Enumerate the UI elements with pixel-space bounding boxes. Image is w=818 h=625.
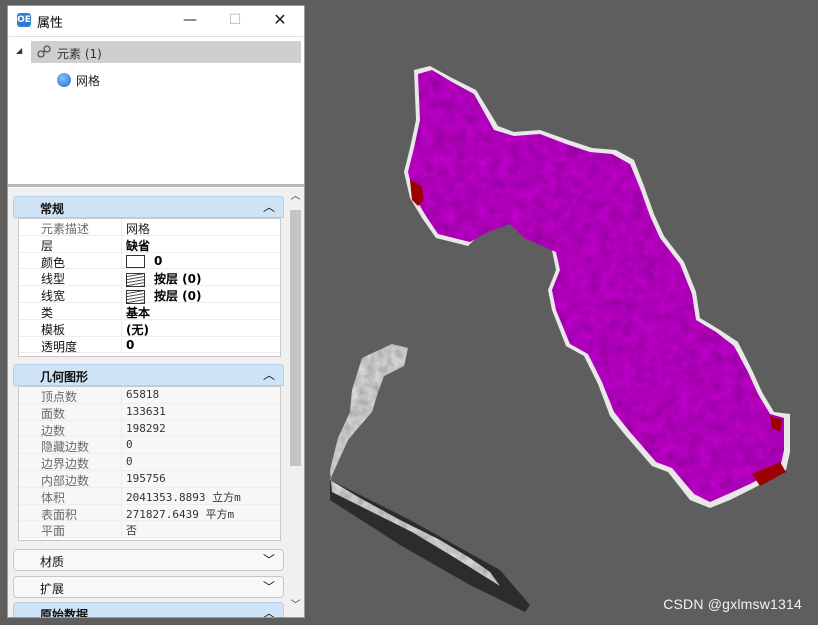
chevron-up-icon[interactable]: ︿ xyxy=(263,366,275,383)
mesh-globe-icon xyxy=(57,73,71,87)
magenta-terrain-mesh xyxy=(408,70,784,502)
linestyle-icon xyxy=(126,272,145,287)
chevron-up-icon[interactable]: ︿ xyxy=(263,198,275,215)
table-row[interactable]: 类 基本 xyxy=(19,302,280,320)
prop-value: (无) xyxy=(126,322,149,337)
section-general-title: 常规 xyxy=(40,202,65,216)
section-raw-header[interactable]: 原始数据 ︿ xyxy=(13,602,284,617)
table-row[interactable]: 顶点数 65818 xyxy=(19,387,280,404)
prop-value: 65818 xyxy=(126,388,160,401)
prop-key: 内部边数 xyxy=(41,473,90,488)
table-row[interactable]: 边界边数 0 xyxy=(19,454,280,471)
chevron-down-icon[interactable]: ﹀ xyxy=(263,551,275,568)
geometry-properties-table: 顶点数 65818 面数 133631 边数 198292 隐藏边数 0 边界边数 0 内… xyxy=(18,386,281,541)
table-row[interactable]: 边数 198292 xyxy=(19,420,280,438)
prop-key: 类 xyxy=(41,305,54,320)
prop-key: 体积 xyxy=(41,490,66,505)
elements-icon xyxy=(37,45,51,58)
prop-key: 线型 xyxy=(41,272,66,287)
prop-key: 顶点数 xyxy=(41,390,78,404)
table-row[interactable]: 元素描述 网格 xyxy=(19,219,280,236)
section-general-header[interactable]: 常规 ︿ xyxy=(13,196,284,218)
property-grid: 常规 ︿ 元素描述 网格 层缺省 颜色 0 线型 按层 (0) 线宽 按层 (0) 类基… xyxy=(8,188,304,617)
prop-value: 0 xyxy=(126,438,133,452)
prop-value: 0 xyxy=(126,455,133,469)
table-row[interactable]: 面数 133631 xyxy=(19,403,280,421)
color-index: 0 xyxy=(154,253,163,268)
scroll-up-icon[interactable]: ︿ xyxy=(287,190,304,204)
element-tree: ◢ 元素 (1) 网格 xyxy=(9,36,303,183)
lineweight-text: 按层 (0) xyxy=(154,289,202,304)
prop-value-color: 0 xyxy=(126,254,162,268)
prop-value: 133631 xyxy=(126,404,166,418)
prop-key: 颜色 xyxy=(41,255,66,270)
scroll-down-icon[interactable]: ﹀ xyxy=(287,599,304,613)
section-raw-title: 原始数据 xyxy=(40,608,89,617)
prop-value: 195756 xyxy=(126,471,166,485)
prop-value: 2041353.8893 立方m xyxy=(126,490,241,504)
table-row[interactable]: 内部边数 195756 xyxy=(19,470,280,488)
prop-key: 平面 xyxy=(41,524,66,539)
section-geometry-title: 几何图形 xyxy=(40,370,89,384)
table-row[interactable]: 线宽 按层 (0) xyxy=(19,286,280,304)
chevron-up-icon[interactable]: ︿ xyxy=(263,604,275,617)
prop-key: 元素描述 xyxy=(41,222,90,236)
panel-title: 属性 xyxy=(37,16,64,31)
lineweight-icon xyxy=(126,289,145,304)
minimize-button[interactable]: — xyxy=(168,6,212,34)
tree-root-label: 元素 (1) xyxy=(57,47,102,61)
table-row[interactable]: 颜色 0 xyxy=(19,252,280,270)
prop-value-linestyle: 按层 (0) xyxy=(126,270,202,287)
general-properties-table: 元素描述 网格 层缺省 颜色 0 线型 按层 (0) 线宽 按层 (0) 类基本 模板(… xyxy=(18,218,281,357)
properties-panel: OE 属性 — ☐ ✕ ◢ 元素 (1) 网格 常规 ︿ 元素描述 网格 层缺省 … xyxy=(7,5,305,618)
color-swatch[interactable] xyxy=(126,254,145,268)
prop-key: 边数 xyxy=(41,423,66,438)
maximize-button[interactable]: ☐ xyxy=(213,6,257,34)
prop-key: 边界边数 xyxy=(41,457,90,472)
prop-key: 层 xyxy=(41,238,54,253)
prop-value-lineweight: 按层 (0) xyxy=(126,287,202,304)
section-material-header[interactable]: 材质 ﹀ xyxy=(13,549,284,571)
prop-key: 面数 xyxy=(41,406,66,421)
tree-root-elements[interactable]: 元素 (1) xyxy=(31,41,301,63)
section-extension-header[interactable]: 扩展 ﹀ xyxy=(13,576,284,598)
chevron-down-icon[interactable]: ﹀ xyxy=(263,578,275,595)
table-row[interactable]: 层 缺省 xyxy=(19,235,280,253)
prop-key: 隐藏边数 xyxy=(41,440,90,455)
prop-key: 线宽 xyxy=(41,289,66,304)
prop-value: 网格 xyxy=(126,222,151,236)
section-material-title: 材质 xyxy=(40,555,65,569)
prop-value: 缺省 xyxy=(126,238,151,253)
table-row[interactable]: 隐藏边数 0 xyxy=(19,437,280,454)
prop-key: 透明度 xyxy=(41,339,78,354)
prop-key: 表面积 xyxy=(41,507,78,522)
watermark-text: CSDN @gxlmsw1314 xyxy=(663,596,802,612)
section-geometry-header[interactable]: 几何图形 ︿ xyxy=(13,364,284,386)
table-row[interactable]: 模板 (无) xyxy=(19,319,280,337)
properties-app-icon: OE xyxy=(17,13,31,27)
prop-value: 基本 xyxy=(126,305,151,320)
table-row[interactable]: 透明度 0 xyxy=(19,336,280,354)
panel-titlebar[interactable]: OE 属性 — ☐ ✕ xyxy=(8,6,304,34)
prop-value: 271827.6439 平方m xyxy=(126,507,235,521)
prop-key: 模板 xyxy=(41,322,66,337)
property-scrollbar[interactable]: ︿ ﹀ xyxy=(287,188,304,617)
prop-value: 0 xyxy=(126,337,135,352)
table-row[interactable]: 表面积 271827.6439 平方m xyxy=(19,504,280,522)
scroll-thumb[interactable] xyxy=(290,210,301,466)
table-row[interactable]: 线型 按层 (0) xyxy=(19,269,280,287)
table-row[interactable]: 平面 否 xyxy=(19,521,280,538)
tree-expand-arrow-icon[interactable]: ◢ xyxy=(16,46,22,55)
pane-splitter[interactable] xyxy=(8,184,304,187)
linestyle-text: 按层 (0) xyxy=(154,272,202,287)
table-row[interactable]: 体积 2041353.8893 立方m xyxy=(19,487,280,505)
close-button[interactable]: ✕ xyxy=(258,6,302,34)
prop-value: 198292 xyxy=(126,421,166,435)
tree-item-mesh[interactable]: 网格 xyxy=(76,72,100,89)
prop-value: 否 xyxy=(126,524,137,538)
section-extension-title: 扩展 xyxy=(40,582,65,596)
